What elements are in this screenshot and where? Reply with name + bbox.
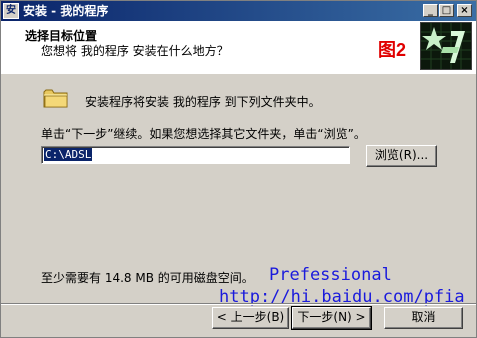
title-bar[interactable]: 安 安装 - 我的程序 _ □ × [1,1,476,21]
installer-logo-icon [420,22,472,70]
minimize-icon[interactable]: _ [423,4,438,17]
browse-button[interactable]: 浏览(R)... [366,145,437,167]
figure-label: 图2 [378,40,407,60]
watermark-name: Prefessional [269,265,392,285]
page-subtitle: 您想将 我的程序 安装在什么地方？ [41,44,229,58]
folder-icon [43,87,69,112]
installer-window: 安 安装 - 我的程序 _ □ × 选择目标位置 您想将 我的程序 安装在什么地… [0,0,477,338]
wizard-header: 选择目标位置 您想将 我的程序 安装在什么地方？ 图2 [1,21,476,74]
next-button[interactable]: 下一步(N) > [291,306,372,330]
install-path-value: C:\ADSL [44,148,93,161]
disk-space-text: 至少需要有 14.8 MB 的可用磁盘空间。 [41,271,254,285]
footer-separator [1,303,476,305]
maximize-icon[interactable]: □ [439,4,454,17]
window-title: 安装 - 我的程序 [23,4,109,18]
cancel-button[interactable]: 取消 [384,307,463,329]
install-path-input[interactable]: C:\ADSL [41,146,350,164]
header-separator [1,73,476,74]
back-button[interactable]: < 上一步(B) [212,307,289,329]
install-message: 安装程序将安装 我的程序 到下列文件夹中。 [85,95,321,109]
instruction-text: 单击“下一步”继续。如果您想选择其它文件夹，单击“浏览”。 [41,127,366,141]
close-icon[interactable]: × [457,4,472,17]
app-icon: 安 [3,3,19,19]
